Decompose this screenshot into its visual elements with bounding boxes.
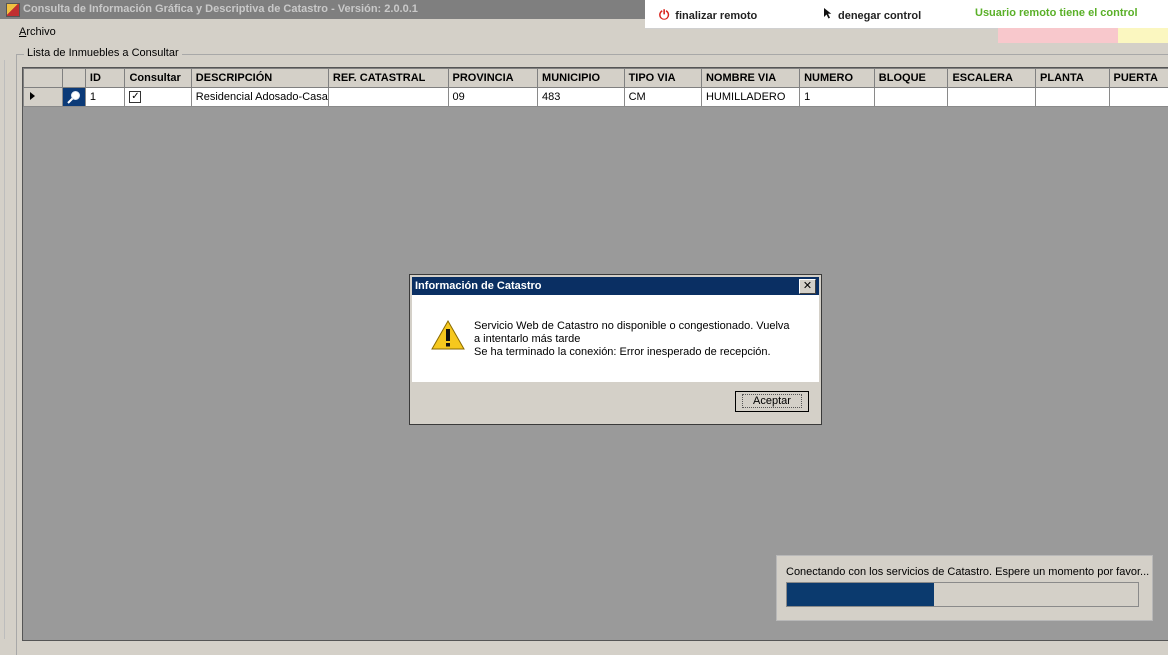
progress-bar-fill [787, 583, 934, 606]
cell-puerta[interactable] [1109, 88, 1168, 107]
column-header-municipio[interactable]: MUNICIPIO [538, 69, 625, 88]
status-strip-yellow [1118, 28, 1168, 43]
cell-municipio[interactable]: 483 [538, 88, 625, 107]
dialog-body: Servicio Web de Catastro no disponible o… [412, 295, 819, 382]
deny-control-label: denegar control [838, 10, 921, 22]
cell-bloque[interactable] [874, 88, 948, 107]
cell-descripcion[interactable]: Residencial Adosado-Casa [191, 88, 328, 107]
cell-escalera[interactable] [948, 88, 1036, 107]
column-header-planta[interactable]: PLANTA [1036, 69, 1109, 88]
progress-message: Conectando con los servicios de Catastro… [786, 566, 1149, 578]
dialog-message-line-1: Servicio Web de Catastro no disponible o… [474, 320, 790, 333]
remote-control-bar: ⏻ finalizar remoto denegar control Usuari… [645, 0, 1168, 29]
dialog-message: Servicio Web de Catastro no disponible o… [474, 320, 790, 359]
accept-button[interactable]: Aceptar [735, 391, 809, 412]
window-left-edge [4, 60, 5, 639]
groupbox-legend: Lista de Inmuebles a Consultar [24, 47, 182, 59]
deny-control-button[interactable]: denegar control [823, 7, 921, 22]
consultar-checkbox[interactable]: ✓ [129, 91, 141, 103]
catastro-info-dialog: Información de Catastro ✕ Servicio Web d… [409, 274, 822, 425]
cell-tipo-via[interactable]: CM [624, 88, 701, 107]
column-header-bloque[interactable]: BLOQUE [874, 69, 948, 88]
row-indicator-icon [30, 92, 35, 100]
dialog-message-line-3: Se ha terminado la conexión: Error inesp… [474, 346, 790, 359]
warning-icon [431, 320, 465, 350]
close-icon[interactable]: ✕ [799, 279, 816, 294]
property-table: ID Consultar DESCRIPCIÓN REF. CATASTRAL … [23, 68, 1168, 107]
magnifier-icon [66, 89, 82, 105]
grid-corner-header [24, 69, 63, 88]
progress-bar [786, 582, 1139, 607]
app-icon [6, 3, 20, 17]
cell-consultar[interactable]: ✓ [125, 88, 191, 107]
column-header-ref-catastral[interactable]: REF. CATASTRAL [328, 69, 448, 88]
column-header-descripcion[interactable]: DESCRIPCIÓN [191, 69, 328, 88]
column-header-consultar[interactable]: Consultar [125, 69, 191, 88]
menu-archivo-label: rchivo [26, 26, 55, 38]
cell-numero[interactable]: 1 [800, 88, 875, 107]
column-header-nombre-via[interactable]: NOMBRE VIA [701, 69, 799, 88]
finish-remote-button[interactable]: ⏻ finalizar remoto [659, 7, 757, 23]
menu-archivo[interactable]: Archivo [19, 26, 56, 38]
status-strip-pink [998, 28, 1118, 43]
column-header-tipo-via[interactable]: TIPO VIA [624, 69, 701, 88]
dialog-title: Información de Catastro [415, 280, 542, 292]
cell-nombre-via[interactable]: HUMILLADERO [701, 88, 799, 107]
column-header-id[interactable]: ID [85, 69, 125, 88]
dialog-message-line-2: a intentarlo más tarde [474, 333, 790, 346]
cursor-arrow-icon [823, 7, 832, 22]
column-header-provincia[interactable]: PROVINCIA [448, 69, 538, 88]
accept-button-label: Aceptar [742, 394, 802, 408]
grid-icon-header [63, 69, 86, 88]
remote-status-text: Usuario remoto tiene el control [975, 7, 1138, 19]
cell-provincia[interactable]: 09 [448, 88, 538, 107]
finish-remote-label: finalizar remoto [675, 10, 757, 22]
column-header-escalera[interactable]: ESCALERA [948, 69, 1036, 88]
cell-ref-catastral[interactable] [328, 88, 448, 107]
column-header-numero[interactable]: NUMERO [800, 69, 875, 88]
row-selector[interactable] [24, 88, 63, 107]
cell-id[interactable]: 1 [85, 88, 125, 107]
window-title: Consulta de Información Gráfica y Descri… [23, 3, 418, 15]
grid-header-row: ID Consultar DESCRIPCIÓN REF. CATASTRAL … [24, 69, 1168, 88]
cell-planta[interactable] [1036, 88, 1109, 107]
row-query-button[interactable] [63, 88, 86, 107]
connection-progress-panel: Conectando con los servicios de Catastro… [776, 555, 1153, 621]
column-header-puerta[interactable]: PUERTA [1109, 69, 1168, 88]
table-row[interactable]: 1 ✓ Residencial Adosado-Casa 09 483 CM H… [24, 88, 1168, 107]
power-icon: ⏻ [659, 7, 669, 23]
dialog-title-bar[interactable]: Información de Catastro ✕ [412, 277, 819, 295]
